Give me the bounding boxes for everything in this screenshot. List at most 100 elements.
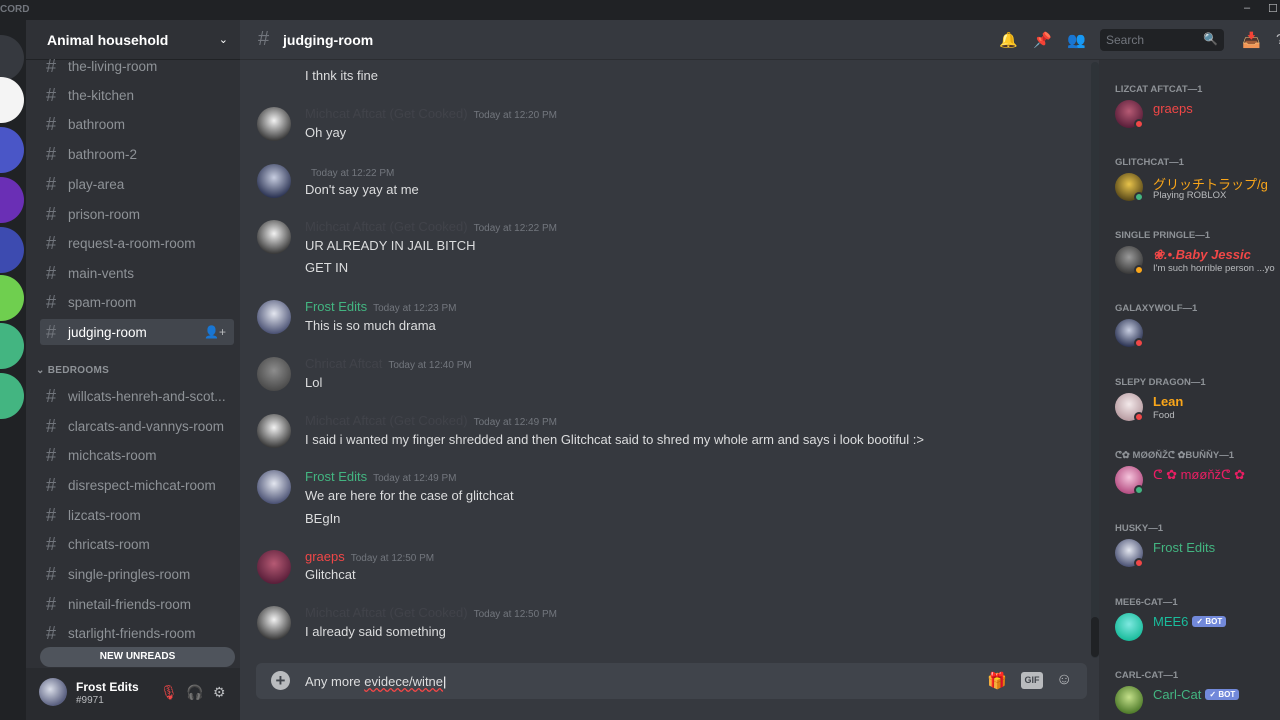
channel-item[interactable]: # bathroom (40, 111, 234, 137)
avatar[interactable] (257, 357, 291, 391)
member-name: Lean (1153, 394, 1184, 409)
channel-item[interactable]: # willcats-henreh-and-scot... (40, 383, 234, 409)
hash-icon: # (46, 415, 57, 436)
mute-icon[interactable]: 🎙 (160, 684, 178, 701)
titlebar: CORD – ☐ (0, 0, 1280, 20)
help-icon[interactable]: ? (1276, 31, 1280, 48)
server-icon[interactable] (0, 227, 24, 273)
author-name[interactable]: Michcat Aftcat (Get Cooked) (305, 106, 468, 121)
channel-item-active[interactable]: # judging-room 👤+ (40, 319, 234, 345)
timestamp: Today at 12:23 PM (373, 303, 457, 314)
member-item[interactable]: graeps (1115, 98, 1280, 134)
channel-item[interactable]: # prison-room (40, 201, 234, 227)
settings-icon[interactable]: ⚙ (213, 684, 226, 701)
avatar[interactable] (257, 550, 291, 584)
deafen-icon[interactable]: 🎧 (186, 684, 203, 701)
channel-label: the-kitchen (68, 87, 135, 103)
channel-item[interactable]: # ninetail-friends-room (40, 591, 234, 617)
message-input[interactable]: + Any more evidece/witne| 🎁 GIF ☺ (256, 663, 1087, 699)
hash-icon: # (46, 321, 57, 342)
channel-item[interactable]: # main-vents (40, 260, 234, 286)
hash-icon: # (46, 563, 57, 584)
channel-item[interactable]: # bathroom-2 (40, 141, 234, 167)
scrollbar[interactable] (1091, 62, 1099, 658)
member-item[interactable]: Lean Food (1115, 391, 1280, 427)
member-item[interactable]: Frost Edits (1115, 537, 1280, 573)
member-item[interactable] (1115, 317, 1280, 353)
upload-button[interactable]: + (271, 671, 290, 690)
author-name[interactable]: Chricat Aftcat (305, 356, 382, 371)
add-server-button[interactable] (0, 323, 24, 369)
server-icon[interactable] (0, 177, 24, 223)
minimize-button[interactable]: – (1244, 2, 1250, 14)
scrollbar-thumb[interactable] (1091, 617, 1099, 657)
status-indicator (1134, 338, 1144, 348)
avatar[interactable] (39, 678, 67, 706)
member-item[interactable]: MEE6 ✓ BOT (1115, 611, 1280, 647)
server-icon[interactable] (0, 77, 24, 123)
channel-item[interactable]: # disrespect-michcat-room (40, 472, 234, 498)
channel-item[interactable]: # starlight-friends-room (40, 620, 234, 646)
maximize-button[interactable]: ☐ (1268, 2, 1278, 15)
author-line: Frost Edits Today at 12:23 PM (305, 299, 457, 314)
invite-icon[interactable]: 👤+ (204, 325, 226, 339)
inbox-icon[interactable]: 📥 (1242, 31, 1261, 49)
timestamp: Today at 12:40 PM (388, 360, 472, 371)
member-category: ᕦ✿ MØØŇŽᕦ ✿BUŇŇY—1 (1115, 450, 1234, 461)
channel-label: spam-room (68, 294, 137, 310)
home-button[interactable] (0, 35, 24, 81)
avatar[interactable] (257, 220, 291, 254)
input-text: Any more (305, 674, 365, 689)
new-unreads-button[interactable]: NEW UNREADS (40, 647, 235, 667)
server-icon[interactable] (0, 127, 24, 173)
avatar[interactable] (257, 300, 291, 334)
category-bedrooms[interactable]: ⌄ BEDROOMS (36, 365, 109, 376)
user-tag: #9971 (76, 695, 104, 706)
gif-button[interactable]: GIF (1021, 672, 1043, 689)
member-item[interactable]: Carl-Cat ✓ BOT (1115, 684, 1280, 720)
bell-icon[interactable]: 🔔 (999, 31, 1018, 49)
emoji-icon[interactable]: ☺ (1056, 671, 1072, 689)
pin-icon[interactable]: 📌 (1033, 31, 1052, 49)
channel-label: request-a-room-room (68, 235, 196, 251)
channel-item[interactable]: # play-area (40, 171, 234, 197)
avatar[interactable] (257, 107, 291, 141)
member-item[interactable]: ᕦ ✿ møøňžᕦ ✿ (1115, 464, 1280, 500)
author-name[interactable]: Michcat Aftcat (Get Cooked) (305, 413, 468, 428)
channel-label: bathroom (68, 116, 126, 132)
avatar[interactable] (257, 470, 291, 504)
avatar[interactable] (257, 414, 291, 448)
author-name[interactable]: Frost Edits (305, 469, 367, 484)
server-icon[interactable] (0, 275, 24, 321)
search-input[interactable]: Search 🔍 (1100, 29, 1224, 51)
members-icon[interactable]: 👥 (1067, 31, 1086, 49)
member-category: LIZCAT AFTCAT—1 (1115, 84, 1203, 95)
message-input-value[interactable]: Any more evidece/witne| (305, 674, 446, 689)
author-name[interactable]: Michcat Aftcat (Get Cooked) (305, 605, 468, 620)
avatar[interactable] (257, 164, 291, 198)
channel-item[interactable]: # spam-room (40, 289, 234, 315)
member-activity: Food (1153, 410, 1175, 421)
channel-item[interactable]: # michcats-room (40, 442, 234, 468)
channel-item[interactable]: # lizcats-room (40, 502, 234, 528)
author-name[interactable]: Michcat Aftcat (Get Cooked) (305, 219, 468, 234)
member-name-text: Carl-Cat (1153, 687, 1202, 702)
member-item[interactable]: グリッチトラップ/g Playing ROBLOX (1115, 171, 1280, 207)
avatar[interactable] (257, 606, 291, 640)
channel-label: main-vents (68, 265, 135, 281)
author-name[interactable]: Frost Edits (305, 299, 367, 314)
gift-icon[interactable]: 🎁 (987, 671, 1007, 691)
hash-icon: # (46, 474, 57, 495)
hash-icon: # (46, 232, 57, 253)
channel-item[interactable]: # clarcats-and-vannys-room (40, 413, 234, 439)
channel-item[interactable]: # the-kitchen (40, 82, 234, 108)
channel-item[interactable]: # the-living-room (40, 53, 234, 79)
channel-item[interactable]: # single-pringles-room (40, 561, 234, 587)
discover-servers-button[interactable] (0, 373, 24, 419)
hash-icon: # (46, 385, 57, 406)
author-name[interactable]: graeps (305, 549, 345, 564)
search-icon: 🔍 (1203, 32, 1218, 46)
channel-item[interactable]: # chricats-room (40, 531, 234, 557)
channel-item[interactable]: # request-a-room-room (40, 230, 234, 256)
member-item[interactable]: ❀.•.Baby Jessic I'm such horrible person… (1115, 244, 1280, 280)
